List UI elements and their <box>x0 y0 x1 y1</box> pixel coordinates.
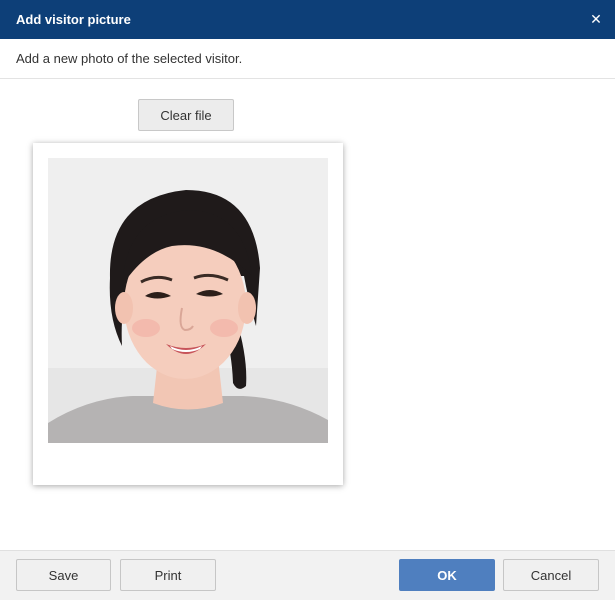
dialog-titlebar: Add visitor picture ✕ <box>0 0 615 39</box>
photo-frame <box>33 143 343 485</box>
visitor-photo <box>48 158 328 443</box>
dialog-title: Add visitor picture <box>16 12 131 27</box>
dialog-description-bar: Add a new photo of the selected visitor. <box>0 39 615 79</box>
dialog-description: Add a new photo of the selected visitor. <box>16 51 243 66</box>
close-icon[interactable]: ✕ <box>587 11 605 29</box>
clear-file-button[interactable]: Clear file <box>138 99 234 131</box>
save-button[interactable]: Save <box>16 559 111 591</box>
dialog-content: Clear file <box>0 80 615 550</box>
visitor-photo-image <box>48 158 328 443</box>
dialog-footer: Save Print OK Cancel <box>0 550 615 600</box>
cancel-button[interactable]: Cancel <box>503 559 599 591</box>
ok-button[interactable]: OK <box>399 559 495 591</box>
print-button[interactable]: Print <box>120 559 216 591</box>
